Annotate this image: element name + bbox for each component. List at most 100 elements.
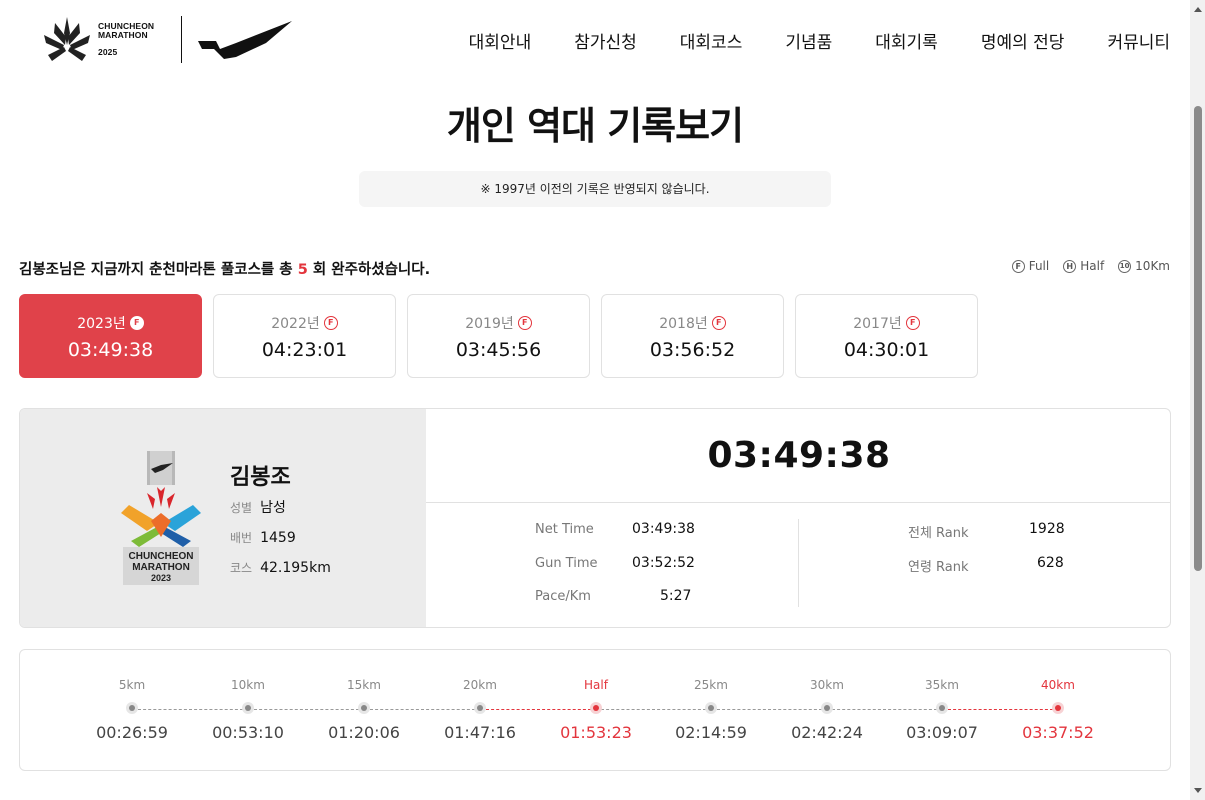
divider: [426, 502, 1170, 503]
maple-leaf-logo-icon: [44, 17, 90, 61]
split-time: 01:47:16: [444, 723, 516, 742]
scroll-down-arrow-icon[interactable]: [1194, 788, 1202, 793]
nav-item-registration[interactable]: 참가신청: [574, 28, 637, 56]
year-tab-year: 2018년: [659, 316, 708, 332]
result-panel: 03:49:38 Net Time 03:49:38 Gun Time 03:5…: [426, 409, 1170, 627]
overall-rank-label: 전체 Rank: [908, 526, 969, 541]
year-tab-2022[interactable]: 2022년 F 04:23:01: [213, 294, 396, 378]
year-tabs: 2023년 F 03:49:38 2022년 F 04:23:01 2019년 F 0…: [19, 294, 978, 378]
course-row: 코스 42.195km: [230, 559, 331, 577]
year-tab-time: 03:49:38: [67, 339, 154, 361]
gender-row: 성별 남성: [230, 499, 286, 517]
summary-prefix: 김봉조님은 지금까지 춘천마라톤 풀코스를 총: [19, 262, 298, 278]
split-time: 01:20:06: [328, 723, 400, 742]
split-dot-icon: [821, 702, 833, 714]
full-course-icon: F: [905, 316, 920, 330]
split-dot-icon: [358, 702, 370, 714]
split-dot-icon: [126, 702, 138, 714]
full-course-icon: F: [129, 316, 144, 330]
age-rank-label: 연령 Rank: [908, 560, 969, 575]
split-label: 10km: [231, 678, 265, 692]
logo-line2: MARATHON: [98, 29, 148, 40]
year-tab-time: 03:45:56: [455, 339, 542, 361]
gun-time-value: 03:52:52: [632, 555, 695, 571]
split-dot-icon: [1052, 702, 1064, 714]
logo-wordmark: CHUNCHEON MARATHON 2025: [98, 21, 154, 57]
legend-half: H Half: [1063, 259, 1104, 273]
split-15km: 15km 01:20:06: [306, 650, 422, 742]
gender-value: 남성: [260, 500, 286, 516]
split-label: 15km: [347, 678, 381, 692]
full-course-icon: F: [323, 316, 338, 330]
site-header: CHUNCHEON MARATHON 2025 대회안내 참가신청 대회코스 기…: [0, 0, 1190, 85]
overall-rank-value: 1928: [1029, 521, 1065, 537]
year-tab-2019[interactable]: 2019년 F 03:45:56: [407, 294, 590, 378]
logo-divider: [181, 16, 182, 63]
logo-year: 2025: [98, 46, 118, 57]
split-label: 35km: [925, 678, 959, 692]
split-20km: 20km 01:47:16: [422, 650, 538, 742]
split-dot-icon: [242, 702, 254, 714]
bib-label: 배번: [230, 531, 253, 545]
split-5km: 5km 00:26:59: [74, 650, 190, 742]
split-35km: 35km 03:09:07: [884, 650, 1000, 742]
nav-item-records[interactable]: 대회기록: [875, 28, 938, 56]
year-tab-year: 2022년: [271, 316, 320, 332]
year-tab-2018[interactable]: 2018년 F 03:56:52: [601, 294, 784, 378]
legend-half-label: Half: [1080, 259, 1105, 273]
split-40km: 40km 03:37:52: [1000, 650, 1116, 742]
full-course-icon: F: [711, 316, 726, 330]
full-course-icon: F: [517, 316, 532, 330]
runner-profile: CHUNCHEON MARATHON 2023 김봉조 성별 남성 배번 145…: [20, 409, 426, 627]
pace-label: Pace/Km: [535, 589, 591, 604]
year-tab-2023[interactable]: 2023년 F 03:49:38: [19, 294, 202, 378]
split-dot-icon: [936, 702, 948, 714]
split-label: 20km: [463, 678, 497, 692]
age-rank-value: 628: [1037, 555, 1064, 571]
medal-line2: MARATHON: [132, 562, 190, 573]
year-tab-year: 2017년: [853, 316, 902, 332]
gun-time-label: Gun Time: [535, 556, 598, 571]
full-course-icon: F: [1011, 259, 1025, 273]
split-label: 5km: [118, 678, 146, 692]
year-tab-year: 2023년: [77, 316, 126, 332]
finish-time: 03:49:38: [707, 435, 891, 476]
year-tab-time: 03:56:52: [649, 339, 736, 361]
split-25km: 25km 02:14:59: [653, 650, 769, 742]
net-time-label: Net Time: [535, 522, 594, 537]
split-time: 00:53:10: [212, 723, 284, 742]
finish-summary: 김봉조님은 지금까지 춘천마라톤 풀코스를 총 5 회 완주하셨습니다.: [19, 258, 430, 279]
split-time: 02:42:24: [791, 723, 863, 742]
split-time: 03:37:52: [1022, 723, 1094, 742]
split-30km: 30km 02:42:24: [769, 650, 885, 742]
legend-full-label: Full: [1028, 259, 1050, 273]
nav-item-course[interactable]: 대회코스: [680, 28, 743, 56]
split-label: 40km: [1041, 678, 1075, 692]
nav-item-event-info[interactable]: 대회안내: [469, 28, 532, 56]
split-dot-icon: [474, 702, 486, 714]
split-time: 00:26:59: [96, 723, 168, 742]
bib-row: 배번 1459: [230, 529, 296, 547]
scroll-up-arrow-icon[interactable]: [1194, 7, 1202, 12]
year-tab-2017[interactable]: 2017년 F 04:30:01: [795, 294, 978, 378]
legend-10km: 10 10Km: [1118, 259, 1170, 273]
bib-value: 1459: [260, 530, 296, 546]
pace-value: 5:27: [660, 588, 692, 604]
page-scrollbar[interactable]: [1190, 0, 1205, 800]
net-time-value: 03:49:38: [632, 521, 695, 537]
course-label: 코스: [230, 561, 253, 575]
finish-count: 5: [297, 262, 308, 278]
year-tab-time: 04:30:01: [843, 339, 930, 361]
legend-10km-label: 10Km: [1135, 259, 1170, 273]
summary-suffix: 회 완주하셨습니다.: [307, 262, 431, 278]
medal-year: 2023: [151, 573, 171, 583]
nav-item-hall-of-fame[interactable]: 명예의 전당: [981, 28, 1065, 56]
split-10km: 10km 00:53:10: [190, 650, 306, 742]
scroll-thumb[interactable]: [1194, 106, 1202, 571]
site-logo[interactable]: CHUNCHEON MARATHON 2025: [42, 15, 154, 63]
nav-item-souvenirs[interactable]: 기념품: [785, 28, 832, 56]
medal-line1: CHUNCHEON: [129, 551, 194, 562]
nav-item-community[interactable]: 커뮤니티: [1107, 28, 1170, 56]
course-legend: F Full H Half 10 10Km: [1011, 259, 1170, 273]
year-tab-time: 04:23:01: [261, 339, 348, 361]
